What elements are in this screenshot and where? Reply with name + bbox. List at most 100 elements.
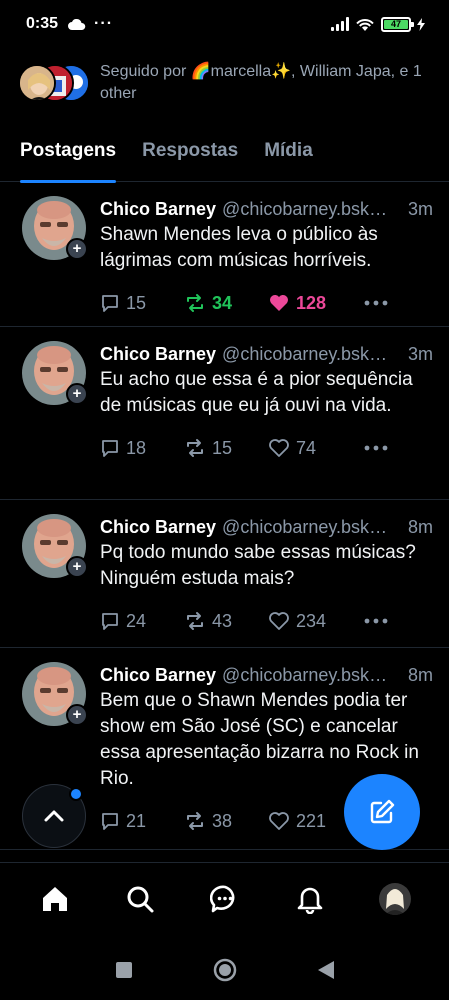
post-header: Chico Barney @chicobarney.bsky.social 8m [100,514,433,540]
post-text: Pq todo mundo sabe essas músicas? Ningué… [100,542,416,589]
post-timestamp: 8m [407,517,433,537]
post[interactable]: + Chico Barney @chicobarney.bsky.social … [0,327,449,500]
follow-plus-icon[interactable]: + [66,383,88,405]
post-feed: + Chico Barney @chicobarney.bsky.social … [0,182,449,850]
follow-plus-icon[interactable]: + [66,556,88,578]
reply-button[interactable]: 18 [100,438,184,459]
like-count: 128 [296,292,327,313]
post[interactable]: + Chico Barney @chicobarney.bsky.social … [0,182,449,327]
reply-count: 21 [126,810,147,831]
like-button[interactable]: 234 [268,611,364,632]
like-count: 221 [296,810,327,831]
like-button[interactable]: 74 [268,438,364,459]
status-bar: 0:35 ··· 47 [0,0,449,48]
post-actions: 24 43 234 [100,592,433,650]
nav-search[interactable] [120,879,160,919]
author-name[interactable]: Chico Barney [100,341,216,367]
repost-icon [187,612,203,630]
author-name[interactable]: Chico Barney [100,514,216,540]
bell-icon [297,887,322,914]
wifi-icon [356,18,374,31]
more-button[interactable] [364,445,388,451]
speech-bubble-icon [102,813,118,830]
author-handle[interactable]: @chicobarney.bsky.social [222,662,392,688]
follow-plus-icon[interactable]: + [66,704,88,726]
reply-count: 18 [126,437,147,458]
reply-button[interactable]: 15 [100,293,184,314]
charging-bolt-icon [417,17,425,31]
heart-icon [269,812,289,830]
reply-button[interactable]: 24 [100,611,184,632]
post-timestamp: 3m [407,344,433,364]
compose-button[interactable] [344,774,420,850]
tab-postagens[interactable]: Postagens [20,126,117,183]
tab-respostas[interactable]: Respostas [142,126,238,182]
bottom-navigation [0,862,449,934]
home-icon [42,886,67,911]
speech-bubble-icon [102,613,118,630]
profile-tabs: Postagens Respostas Mídia [0,126,449,183]
scroll-to-top-button[interactable] [22,784,86,848]
repost-button[interactable]: 34 [184,293,268,314]
home-circle-icon[interactable] [213,958,237,982]
speech-bubble-icon [102,295,118,312]
follower-avatars [18,60,92,106]
author-handle[interactable]: @chicobarney.bsky.social [222,341,392,367]
author-handle[interactable]: @chicobarney.bsky.social [222,514,392,540]
recents-square-icon[interactable] [115,961,133,979]
like-button[interactable]: 128 [268,293,364,314]
more-dots-icon [364,618,388,624]
more-dots-icon [364,300,388,306]
battery-icon: 47 [381,16,414,32]
repost-button[interactable]: 15 [184,438,268,459]
post-header: Chico Barney @chicobarney.bsky.social 3m [100,341,433,367]
repost-button[interactable]: 43 [184,611,268,632]
post-actions: 15 34 128 [100,274,433,332]
repost-icon [187,812,203,830]
post[interactable]: + Chico Barney @chicobarney.bsky.social … [0,500,449,648]
profile-avatar [378,882,411,915]
follower-avatar-1 [18,64,56,102]
repost-count: 38 [212,810,233,831]
nav-home[interactable] [35,879,75,919]
repost-icon [187,294,203,312]
chevron-up-icon [44,810,64,822]
nav-chat[interactable] [205,879,245,919]
like-count: 74 [296,437,317,458]
post-text: Shawn Mendes leva o público às lágrimas … [100,224,378,271]
author-name[interactable]: Chico Barney [100,196,216,222]
follow-plus-icon[interactable]: + [66,238,88,260]
author-name[interactable]: Chico Barney [100,662,216,688]
more-button[interactable] [364,300,388,306]
back-triangle-icon[interactable] [317,960,335,980]
cloud-icon [68,18,86,30]
repost-count: 15 [212,437,233,458]
compose-pencil-icon [370,799,395,824]
signal-icon [331,17,349,31]
repost-icon [187,439,203,457]
heart-icon [269,439,289,457]
new-posts-dot [69,787,83,801]
speech-bubble-icon [102,440,118,457]
reply-count: 24 [126,610,147,631]
chat-icon [209,885,234,912]
notification-dots-icon: ··· [94,15,114,32]
like-count: 234 [296,610,327,631]
post-timestamp: 3m [407,199,433,219]
repost-button[interactable]: 38 [184,811,268,832]
followed-by-text: Seguido por 🌈marcella✨, William Japa, e … [100,63,422,102]
nav-notifications[interactable] [290,879,330,919]
heart-icon [269,612,289,630]
nav-profile[interactable] [375,879,415,919]
author-handle[interactable]: @chicobarney.bsky.social [222,196,392,222]
system-navigation-bar [0,940,449,1000]
followed-by-row[interactable]: Seguido por 🌈marcella✨, William Japa, e … [18,60,438,106]
repost-count: 43 [212,610,233,631]
tab-midia[interactable]: Mídia [264,126,313,182]
reply-button[interactable]: 21 [100,811,184,832]
heart-icon [270,295,288,311]
more-button[interactable] [364,618,388,624]
status-time: 0:35 [26,15,59,32]
search-icon [127,886,153,912]
post-header: Chico Barney @chicobarney.bsky.social 3m [100,196,433,222]
